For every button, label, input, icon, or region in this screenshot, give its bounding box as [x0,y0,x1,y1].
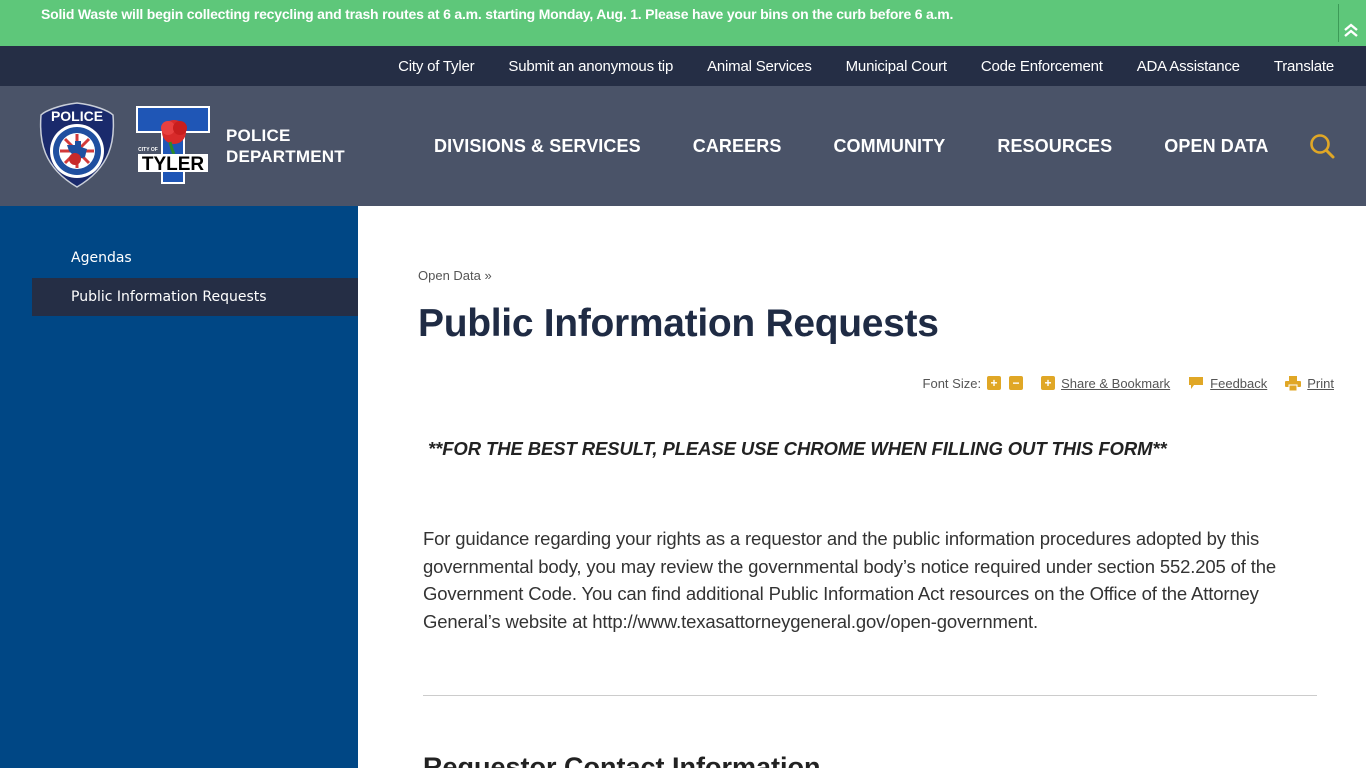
share-plus-icon: + [1041,376,1056,390]
police-badge-logo[interactable]: POLICE [39,101,115,189]
main-nav: DIVISIONS & SERVICES CAREERS COMMUNITY R… [434,86,1269,206]
utility-link-animal-services[interactable]: Animal Services [707,58,812,75]
nav-careers[interactable]: CAREERS [693,136,782,157]
department-name-line1: POLICE [226,126,291,145]
sidebar: Agendas Public Information Requests [0,206,358,768]
feedback-link[interactable]: Feedback [1210,376,1267,391]
font-increase-button[interactable]: + [987,376,1002,390]
alert-message: Solid Waste will begin collecting recycl… [41,6,954,22]
alert-banner: Solid Waste will begin collecting recycl… [0,0,1366,46]
double-chevron-up-icon [1344,23,1358,37]
city-of-tyler-logo[interactable]: TYLER CITY OF [136,106,210,184]
alert-divider [1338,4,1339,42]
feedback-icon [1189,377,1204,389]
breadcrumb: Open Data » [418,268,492,283]
badge-text: POLICE [51,108,103,124]
utility-link-translate[interactable]: Translate [1274,58,1334,75]
nav-open-data[interactable]: OPEN DATA [1164,136,1268,157]
sidebar-item-agendas[interactable]: Agendas [32,239,358,277]
breadcrumb-open-data[interactable]: Open Data [418,268,481,283]
breadcrumb-separator: » [484,268,492,283]
department-name-line2: DEPARTMENT [226,147,345,166]
page-title: Public Information Requests [418,302,939,345]
alert-collapse-button[interactable] [1341,20,1361,40]
divider [423,695,1317,696]
nav-resources[interactable]: RESOURCES [997,136,1112,157]
utility-link-anonymous-tip[interactable]: Submit an anonymous tip [508,58,673,75]
search-icon [1310,134,1335,159]
logo-text: TYLER [142,154,205,175]
sidebar-item-public-information-requests[interactable]: Public Information Requests [32,278,358,316]
logo-small-text: CITY OF [138,147,158,153]
utility-nav: City of Tyler Submit an anonymous tip An… [0,46,1366,86]
section-heading: Requestor Contact Information [423,752,821,768]
print-icon [1285,375,1302,391]
nav-divisions-services[interactable]: DIVISIONS & SERVICES [434,136,641,157]
utility-link-municipal-court[interactable]: Municipal Court [846,58,947,75]
print-link[interactable]: Print [1307,376,1334,391]
browser-notice: **FOR THE BEST RESULT, PLEASE USE CHROME… [428,438,1167,459]
font-size-label: Font Size: [922,375,982,391]
guidance-paragraph: For guidance regarding your rights as a … [423,528,1277,633]
share-bookmark-link[interactable]: Share & Bookmark [1061,376,1170,391]
search-button[interactable] [1308,132,1336,160]
nav-community[interactable]: COMMUNITY [833,136,945,157]
utility-link-city-of-tyler[interactable]: City of Tyler [398,58,475,75]
department-name[interactable]: POLICE DEPARTMENT [226,125,345,167]
font-decrease-button[interactable]: − [1009,376,1024,390]
page-tools: Font Size: + − + Share & Bookmark Feedba… [923,374,1334,392]
utility-link-ada-assistance[interactable]: ADA Assistance [1137,58,1240,75]
utility-link-code-enforcement[interactable]: Code Enforcement [981,58,1103,75]
